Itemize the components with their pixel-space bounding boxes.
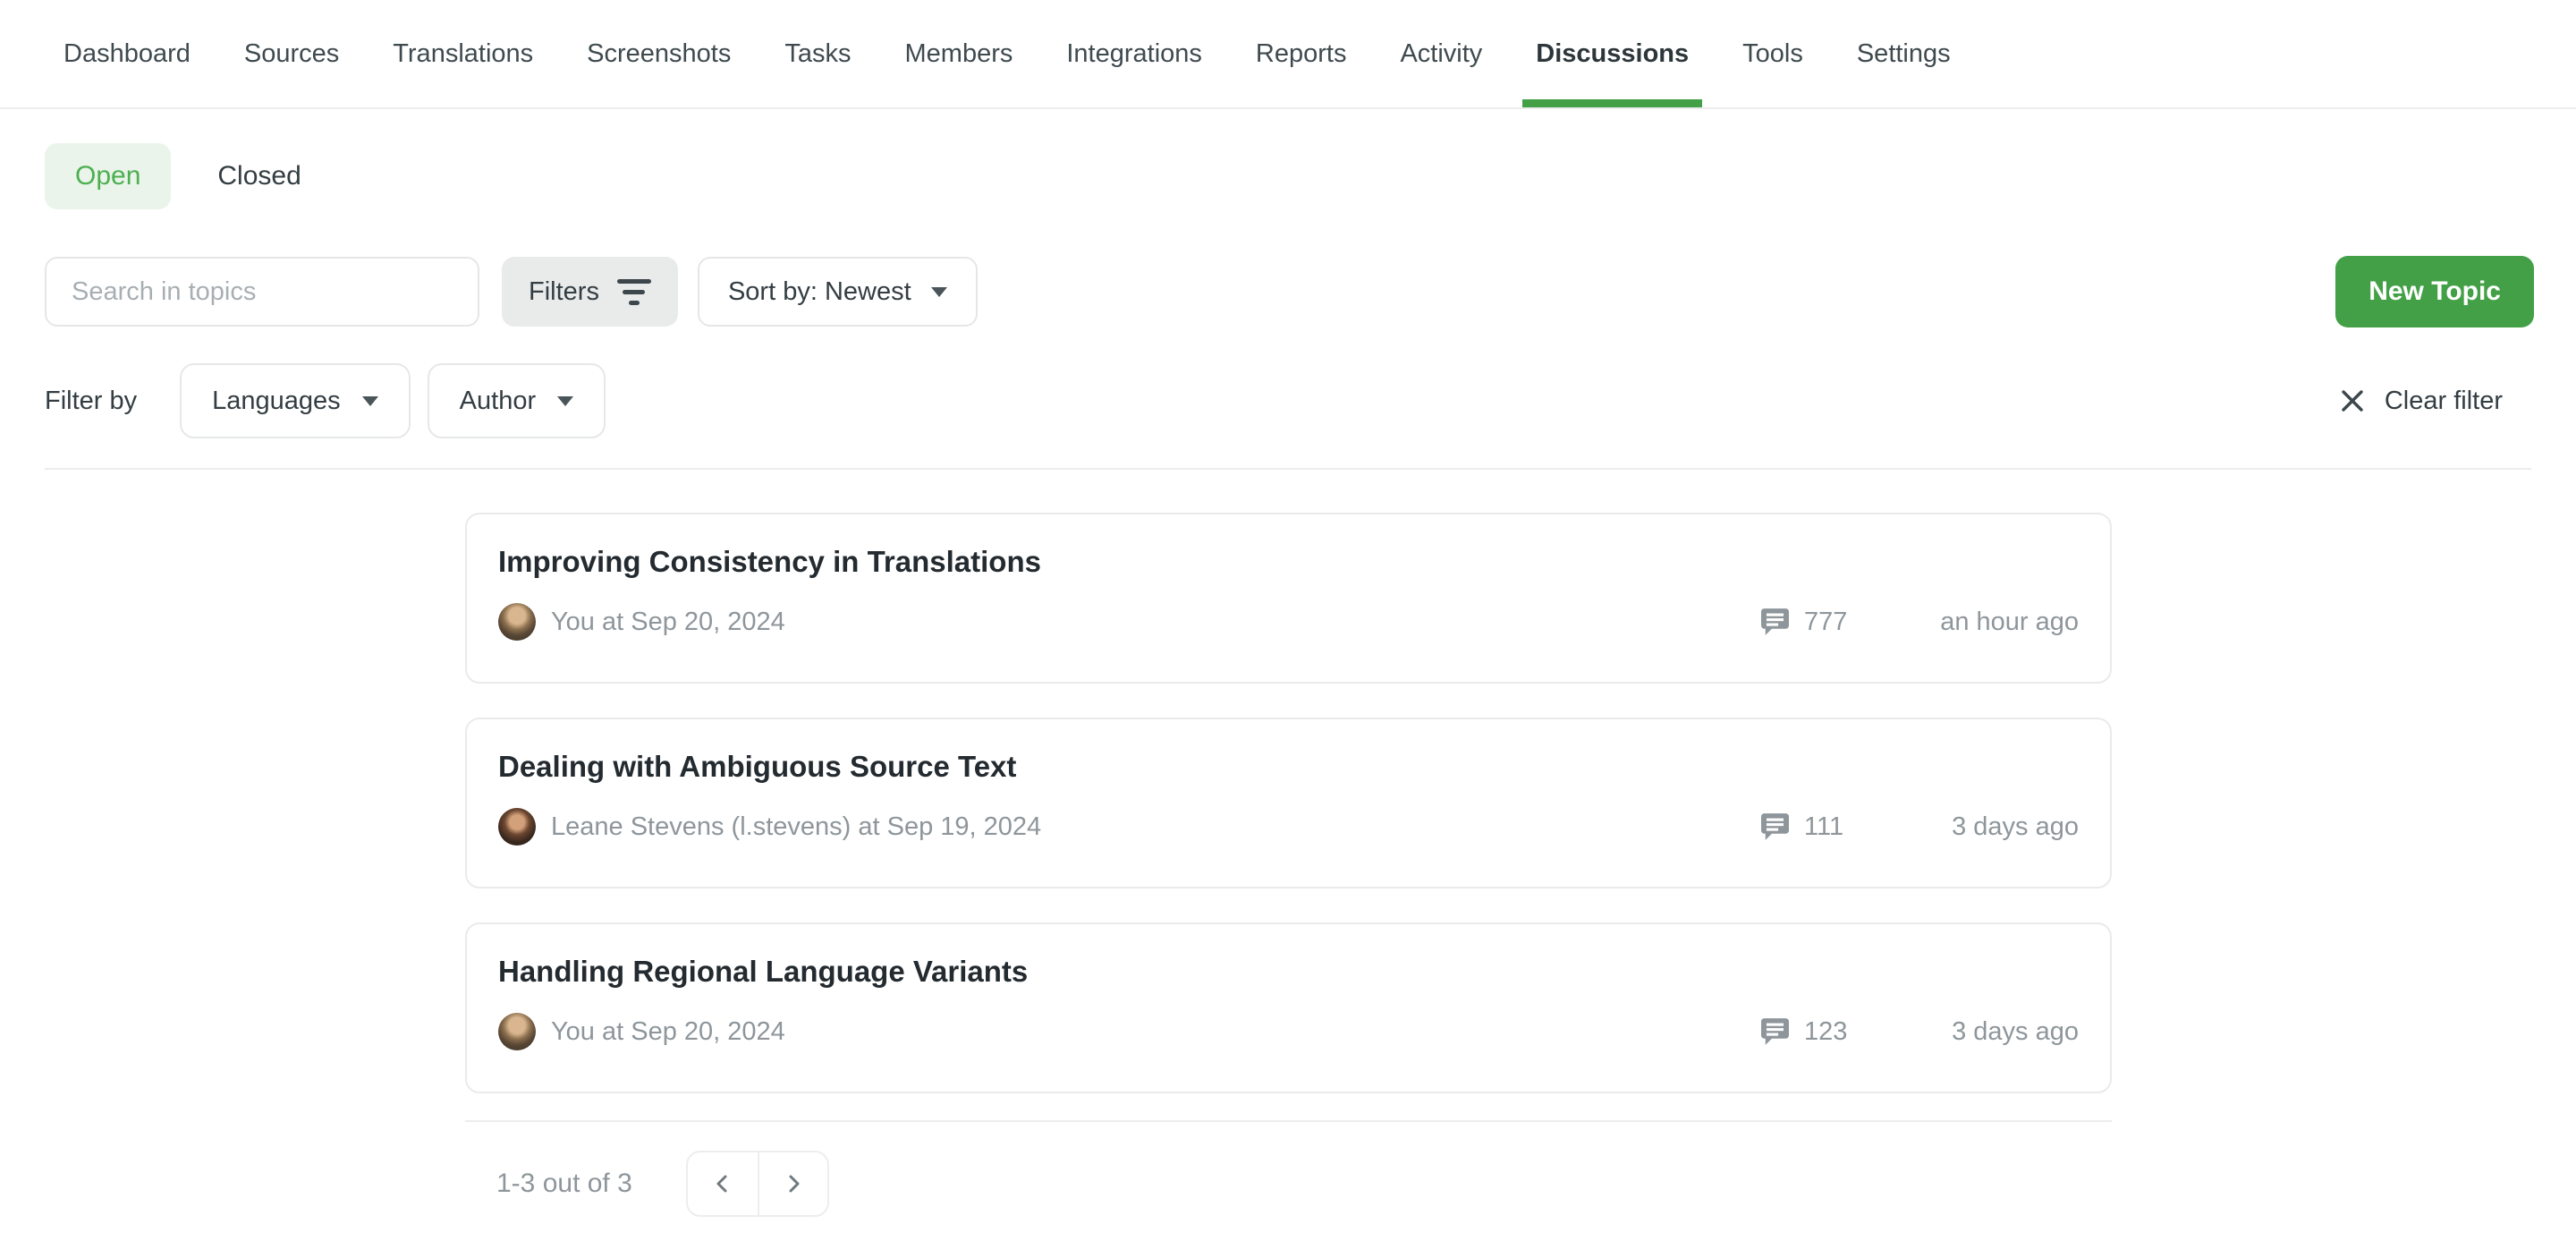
topic-meta-row: You at Sep 20, 2024 777 an hour ago [498, 603, 2079, 641]
topic-updated-time: 3 days ago [1843, 812, 2079, 842]
pager-group [686, 1151, 829, 1217]
avatar [498, 808, 536, 846]
filters-button[interactable]: Filters [502, 257, 678, 327]
author-dropdown[interactable]: Author [428, 363, 606, 438]
topic-updated-time: 3 days ago [1847, 1017, 2079, 1047]
new-topic-button[interactable]: New Topic [2335, 256, 2534, 327]
comment-count: 777 [1804, 608, 1847, 637]
chevron-down-icon [362, 396, 378, 406]
comment-icon [1761, 813, 1789, 840]
pagination-summary: 1-3 out of 3 [496, 1169, 632, 1199]
nav-item-settings[interactable]: Settings [1851, 0, 1957, 107]
topic-comments: 777 [1761, 608, 1847, 637]
nav-item-dashboard[interactable]: Dashboard [57, 0, 197, 107]
topic-card[interactable]: Handling Regional Language Variants You … [465, 922, 2112, 1093]
status-tabs: Open Closed [45, 143, 2576, 209]
nav-item-translations[interactable]: Translations [386, 0, 539, 107]
topic-card[interactable]: Dealing with Ambiguous Source Text Leane… [465, 718, 2112, 888]
prev-page-button[interactable] [688, 1152, 758, 1215]
topic-title[interactable]: Handling Regional Language Variants [498, 953, 2079, 990]
author-dropdown-label: Author [460, 387, 536, 416]
nav-item-sources[interactable]: Sources [238, 0, 345, 107]
avatar [498, 1013, 536, 1050]
main-nav: Dashboard Sources Translations Screenshots T… [0, 0, 2576, 109]
comment-count: 111 [1804, 812, 1843, 842]
toolbar: Filters Sort by: Newest New Topic [45, 256, 2534, 327]
pagination: 1-3 out of 3 [465, 1151, 2112, 1217]
filter-bar: Filter by Languages Author Clear filter [45, 363, 2503, 438]
clear-filter-button[interactable]: Clear filter [2339, 387, 2503, 416]
search-input[interactable] [45, 257, 479, 327]
tab-open[interactable]: Open [45, 143, 171, 209]
chevron-down-icon [557, 396, 573, 406]
topic-author-line: You at Sep 20, 2024 [551, 1017, 785, 1047]
close-icon [2339, 387, 2366, 414]
nav-item-screenshots[interactable]: Screenshots [580, 0, 737, 107]
filter-by-label: Filter by [45, 387, 137, 416]
nav-item-activity[interactable]: Activity [1394, 0, 1488, 107]
topic-comments: 123 [1761, 1017, 1847, 1047]
sort-button-label: Sort by: Newest [728, 277, 911, 307]
topic-meta-row: You at Sep 20, 2024 123 3 days ago [498, 1013, 2079, 1050]
comment-icon [1761, 608, 1789, 635]
topic-author-group: You at Sep 20, 2024 [498, 603, 1761, 641]
nav-item-tools[interactable]: Tools [1736, 0, 1809, 107]
nav-item-members[interactable]: Members [899, 0, 1020, 107]
languages-dropdown[interactable]: Languages [180, 363, 411, 438]
filters-button-label: Filters [529, 277, 599, 307]
chevron-down-icon [931, 287, 947, 297]
topic-card[interactable]: Improving Consistency in Translations Yo… [465, 513, 2112, 684]
chevron-left-icon [712, 1173, 733, 1194]
comment-icon [1761, 1018, 1789, 1045]
sort-button[interactable]: Sort by: Newest [698, 257, 978, 327]
filter-lines-icon [617, 279, 651, 305]
topic-comments: 111 [1761, 812, 1843, 842]
tab-closed[interactable]: Closed [217, 161, 301, 191]
nav-item-tasks[interactable]: Tasks [778, 0, 857, 107]
topic-title[interactable]: Dealing with Ambiguous Source Text [498, 748, 2079, 786]
nav-item-reports[interactable]: Reports [1250, 0, 1353, 107]
topic-list: Improving Consistency in Translations Yo… [465, 470, 2112, 1093]
nav-item-discussions[interactable]: Discussions [1530, 0, 1695, 107]
chevron-right-icon [783, 1173, 804, 1194]
topic-title[interactable]: Improving Consistency in Translations [498, 543, 2079, 581]
list-divider [465, 1120, 2112, 1122]
topic-author-line: Leane Stevens (l.stevens) at Sep 19, 202… [551, 812, 1041, 842]
topic-author-group: You at Sep 20, 2024 [498, 1013, 1761, 1050]
avatar [498, 603, 536, 641]
topic-stats-group: 777 an hour ago [1761, 608, 2079, 637]
topic-updated-time: an hour ago [1847, 608, 2079, 637]
next-page-button[interactable] [758, 1152, 827, 1215]
topic-stats-group: 111 3 days ago [1761, 812, 2079, 842]
topic-meta-row: Leane Stevens (l.stevens) at Sep 19, 202… [498, 808, 2079, 846]
topic-author-group: Leane Stevens (l.stevens) at Sep 19, 202… [498, 808, 1761, 846]
topic-stats-group: 123 3 days ago [1761, 1017, 2079, 1047]
comment-count: 123 [1804, 1017, 1847, 1047]
topic-author-line: You at Sep 20, 2024 [551, 608, 785, 637]
nav-item-integrations[interactable]: Integrations [1060, 0, 1208, 107]
clear-filter-label: Clear filter [2385, 387, 2503, 416]
languages-dropdown-label: Languages [212, 387, 341, 416]
